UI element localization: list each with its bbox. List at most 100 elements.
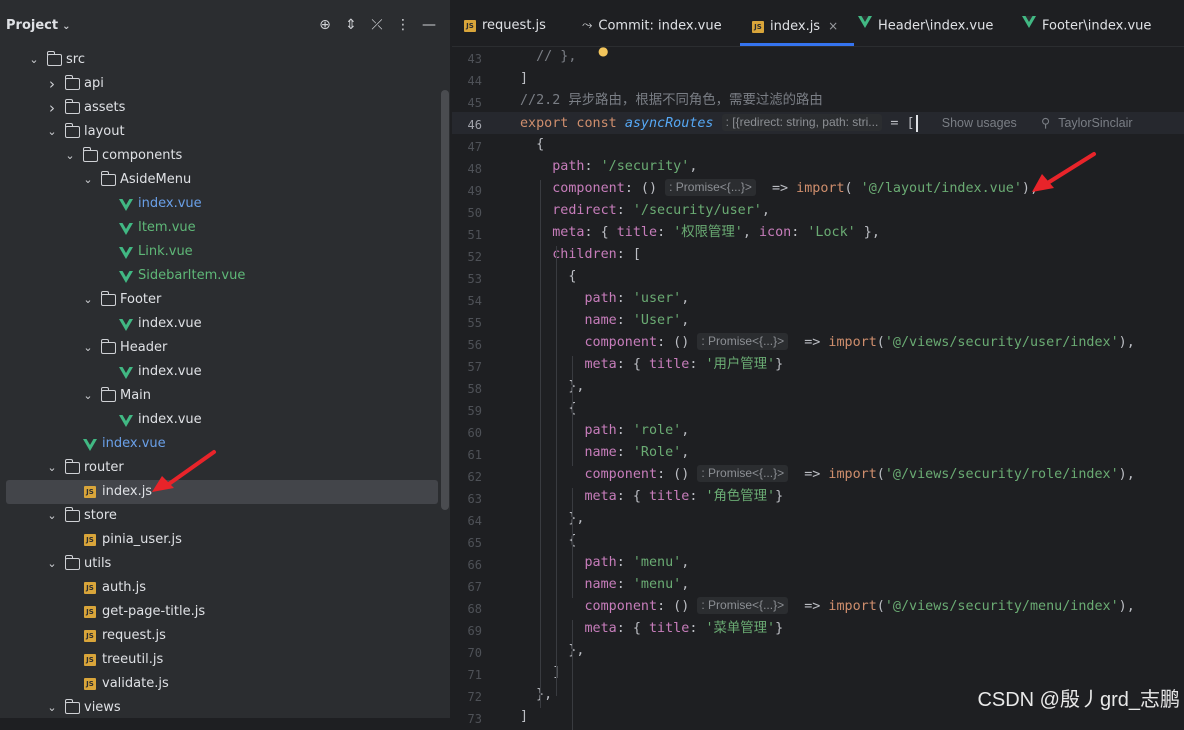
- code-line[interactable]: },: [520, 508, 584, 530]
- tab-header-index-vue[interactable]: Header\index.vue: [858, 0, 993, 46]
- tree-file[interactable]: index.vue: [0, 360, 440, 384]
- tree-folder[interactable]: ⌄ Header: [0, 336, 440, 360]
- chevron-down-icon[interactable]: ⌄: [82, 288, 94, 312]
- tree-file[interactable]: index.vue: [0, 312, 440, 336]
- tree-folder[interactable]: ⌄ store: [0, 504, 440, 528]
- chevron-down-icon[interactable]: ⌄: [64, 144, 76, 168]
- tree-file[interactable]: index.vue: [0, 192, 440, 216]
- tree-file[interactable]: JS auth.js: [0, 576, 440, 600]
- tree-file[interactable]: JS pinia_user.js: [0, 528, 440, 552]
- type-hint: : [{redirect: string, path: stri...: [721, 114, 883, 131]
- code-area[interactable]: ● // },]//2.2 异步路由，根据不同角色，需要过滤的路由 export …: [520, 44, 1184, 730]
- tree-item-label: SidebarItem.vue: [138, 268, 246, 283]
- vue-file-icon: [1022, 0, 1036, 52]
- code-line[interactable]: },: [520, 684, 552, 706]
- chevron-down-icon[interactable]: ⌄: [82, 384, 94, 408]
- code-line[interactable]: meta: { title: '用户管理'}: [520, 354, 784, 376]
- tree-file[interactable]: JS validate.js: [0, 672, 440, 696]
- code-line[interactable]: {: [520, 398, 576, 420]
- tree-file[interactable]: JS get-page-title.js: [0, 600, 440, 624]
- code-line[interactable]: meta: { title: '权限管理', icon: 'Lock' },: [520, 222, 880, 244]
- more-icon[interactable]: ⋮: [394, 16, 412, 34]
- code-line[interactable]: component: () : Promise<{...}> => import…: [520, 596, 1135, 618]
- line-number: 46: [467, 118, 482, 132]
- code-line[interactable]: path: 'user',: [520, 288, 690, 310]
- tree-file[interactable]: JS request.js: [0, 624, 440, 648]
- tree-folder[interactable]: ⌄ utils: [0, 552, 440, 576]
- tree-file[interactable]: index.vue: [0, 408, 440, 432]
- tree-folder[interactable]: ⌄ src: [0, 48, 440, 72]
- chevron-right-icon[interactable]: ›: [46, 96, 58, 120]
- tree-file[interactable]: SidebarItem.vue: [0, 264, 440, 288]
- code-line[interactable]: name: 'User',: [520, 310, 690, 332]
- show-usages-link[interactable]: Show usages: [942, 116, 1017, 130]
- chevron-right-icon[interactable]: ›: [46, 72, 58, 96]
- commit-icon: ⤳: [582, 18, 593, 33]
- chevron-down-icon[interactable]: ⌄: [82, 168, 94, 192]
- close-icon[interactable]: ×: [828, 19, 838, 33]
- js-file-icon: JS: [752, 20, 764, 33]
- tree-file[interactable]: Link.vue: [0, 240, 440, 264]
- chevron-down-icon[interactable]: ⌄: [46, 504, 58, 528]
- tab-request-js[interactable]: JS request.js: [464, 0, 546, 46]
- chevron-down-icon[interactable]: ⌄: [46, 696, 58, 718]
- tree-folder[interactable]: ⌄ Footer: [0, 288, 440, 312]
- tree-folder[interactable]: ⌄ Main: [0, 384, 440, 408]
- code-line[interactable]: meta: { title: '角色管理'}: [520, 486, 784, 508]
- code-line[interactable]: export const asyncRoutes : [{redirect: s…: [520, 112, 1133, 134]
- tree-file[interactable]: Item.vue: [0, 216, 440, 240]
- code-line[interactable]: path: 'role',: [520, 420, 690, 442]
- tree-folder[interactable]: ⌄ components: [0, 144, 440, 168]
- crosshair-icon[interactable]: ⊕: [316, 16, 334, 34]
- chevron-down-icon[interactable]: ⌄: [46, 456, 58, 480]
- code-line[interactable]: {: [520, 530, 576, 552]
- chevron-down-icon[interactable]: ⌄: [82, 336, 94, 360]
- minimize-icon[interactable]: —: [420, 16, 438, 34]
- code-line[interactable]: },: [520, 640, 584, 662]
- tab-label: Commit: index.vue: [598, 18, 722, 34]
- scrollbar[interactable]: [441, 90, 449, 510]
- tree-folder[interactable]: › assets: [0, 96, 440, 120]
- code-line[interactable]: component: () : Promise<{...}> => import…: [520, 178, 1038, 200]
- tab-footer-index-vue[interactable]: Footer\index.vue: [1022, 0, 1151, 46]
- code-line[interactable]: component: () : Promise<{...}> => import…: [520, 332, 1135, 354]
- code-line[interactable]: // },: [520, 46, 576, 68]
- code-line[interactable]: ]: [520, 706, 528, 728]
- code-line[interactable]: children: [: [520, 244, 641, 266]
- code-line[interactable]: {: [520, 134, 544, 156]
- chevron-down-icon[interactable]: ⌄: [46, 120, 58, 144]
- tree-file[interactable]: JS index.js: [6, 480, 438, 504]
- code-line[interactable]: //2.2 异步路由，根据不同角色，需要过滤的路由: [520, 90, 823, 112]
- code-line[interactable]: ]: [520, 68, 528, 90]
- project-view-selector[interactable]: Project ⌄: [6, 18, 70, 33]
- code-line[interactable]: path: 'menu',: [520, 552, 690, 574]
- js-file-icon: JS: [84, 582, 96, 594]
- indent-guide: [572, 620, 573, 730]
- code-line[interactable]: name: 'menu',: [520, 574, 690, 596]
- code-line[interactable]: {: [520, 266, 576, 288]
- line-number: 70: [467, 646, 482, 660]
- tree-folder[interactable]: ⌄ layout: [0, 120, 440, 144]
- code-line[interactable]: },: [520, 376, 584, 398]
- tree-folder[interactable]: ⌄ AsideMenu: [0, 168, 440, 192]
- indent-guide: [540, 180, 541, 708]
- lightbulb-icon[interactable]: ●: [598, 44, 608, 58]
- collapse-icon[interactable]: ⤫: [368, 16, 386, 34]
- tree-folder[interactable]: ⌄ router: [0, 456, 440, 480]
- tree-folder[interactable]: › api: [0, 72, 440, 96]
- chevron-down-icon[interactable]: ⌄: [28, 48, 40, 72]
- code-line[interactable]: meta: { title: '菜单管理'}: [520, 618, 784, 640]
- expand-icon[interactable]: ⇕: [342, 16, 360, 34]
- tab-index-js[interactable]: JS index.js ×: [739, 0, 855, 46]
- tree-item-label: Link.vue: [138, 244, 193, 259]
- line-number: 65: [467, 536, 482, 550]
- tree-folder[interactable]: ⌄ views: [0, 696, 440, 718]
- code-line[interactable]: component: () : Promise<{...}> => import…: [520, 464, 1135, 486]
- tree-file[interactable]: index.vue: [0, 432, 440, 456]
- code-line[interactable]: path: '/security',: [520, 156, 697, 178]
- tree-file[interactable]: JS treeutil.js: [0, 648, 440, 672]
- code-line[interactable]: name: 'Role',: [520, 442, 690, 464]
- code-line[interactable]: redirect: '/security/user',: [520, 200, 770, 222]
- tab-commit-index-vue[interactable]: ⤳ Commit: index.vue: [582, 0, 722, 46]
- chevron-down-icon[interactable]: ⌄: [46, 552, 58, 576]
